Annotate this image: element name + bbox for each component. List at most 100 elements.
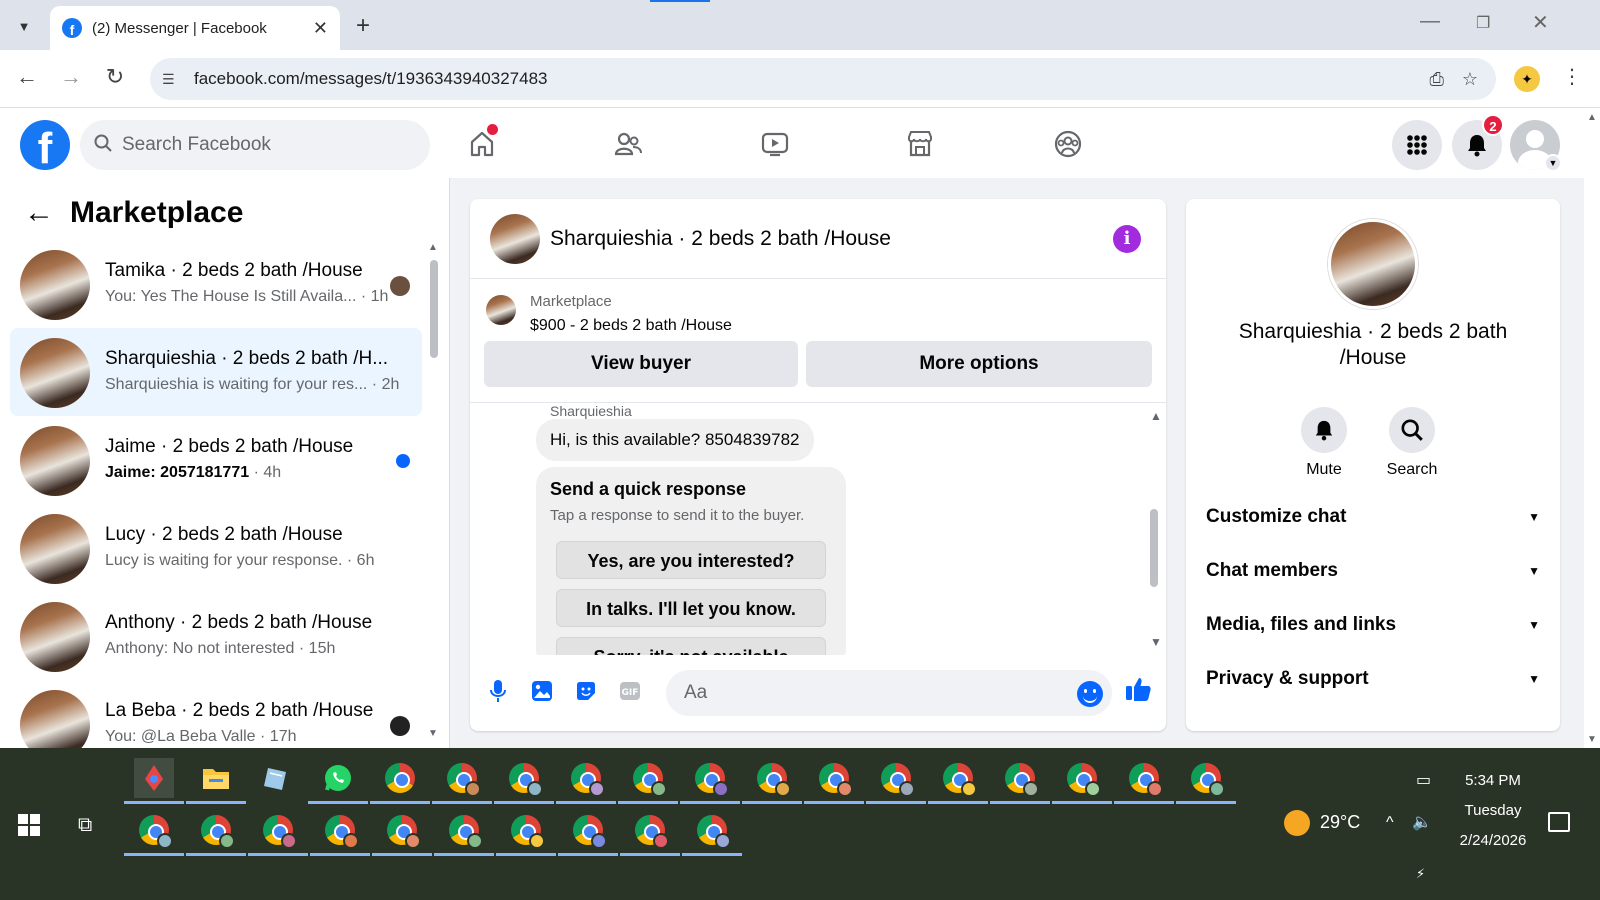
notepad-icon[interactable] — [256, 758, 296, 798]
mute-action[interactable]: Mute — [1284, 407, 1364, 479]
chrome-profile-icon[interactable] — [1176, 758, 1236, 804]
conversation-avatar[interactable] — [490, 214, 540, 264]
thumbs-up-icon[interactable] — [1124, 675, 1152, 703]
facebook-search-input[interactable] — [122, 134, 402, 156]
chat-list-item[interactable]: Anthony · 2 beds 2 bath /House Anthony: … — [10, 592, 422, 680]
chrome-profile-icon[interactable] — [248, 810, 308, 856]
microphone-icon[interactable] — [484, 677, 512, 705]
chrome-profile-icon[interactable] — [620, 810, 680, 856]
tab-close-icon[interactable]: ✕ — [313, 18, 328, 39]
reload-icon[interactable]: ↻ — [100, 64, 130, 90]
chrome-profile-icon[interactable] — [928, 758, 988, 804]
taskbar-time[interactable]: 5:34 PM — [1438, 772, 1548, 789]
scroll-down-arrow-icon[interactable]: ▼ — [1150, 635, 1162, 649]
install-app-icon[interactable]: ⎙ — [1429, 69, 1443, 90]
search-action[interactable]: Search — [1372, 407, 1452, 479]
message-input[interactable] — [666, 670, 1112, 716]
scroll-up-arrow-icon[interactable]: ▲ — [428, 242, 438, 253]
emoji-icon[interactable] — [1077, 681, 1103, 707]
menu-grid-icon[interactable] — [1392, 120, 1442, 170]
weather-sun-icon[interactable] — [1284, 810, 1310, 836]
photo-icon[interactable] — [528, 677, 556, 705]
browser-tab-messenger[interactable]: f (2) Messenger | Facebook ✕ — [50, 6, 340, 50]
marketplace-nav-icon[interactable] — [900, 126, 940, 162]
video-nav-icon[interactable] — [755, 126, 795, 162]
bookmark-star-icon[interactable]: ☆ — [1462, 69, 1478, 90]
volume-icon[interactable]: 🔈 — [1412, 812, 1432, 832]
chrome-profile-icon[interactable] — [496, 810, 556, 856]
extension-icon[interactable]: ✦ — [1514, 66, 1540, 92]
scroll-up-arrow-icon[interactable]: ▲ — [1587, 112, 1597, 123]
restore-window-icon[interactable]: ❐ — [1476, 13, 1490, 33]
pinned-app-icon[interactable] — [124, 758, 184, 804]
friends-nav-icon[interactable] — [608, 126, 648, 162]
site-info-icon[interactable]: ☰ — [162, 71, 184, 88]
chrome-profile-icon[interactable] — [186, 810, 246, 856]
chrome-profile-icon[interactable] — [804, 758, 864, 804]
chrome-profile-icon[interactable] — [558, 810, 618, 856]
chat-list-item[interactable]: Jaime · 2 beds 2 bath /House Jaime: 2057… — [10, 416, 422, 504]
chat-list-scrollbar[interactable]: ▲ ▼ — [426, 242, 440, 742]
forward-arrow-icon[interactable]: → — [56, 64, 86, 90]
contact-avatar[interactable] — [1328, 219, 1418, 309]
chrome-profile-icon[interactable] — [990, 758, 1050, 804]
scroll-down-arrow-icon[interactable]: ▼ — [428, 728, 438, 739]
chrome-profile-icon[interactable] — [372, 810, 432, 856]
chrome-profile-icon[interactable] — [742, 758, 802, 804]
tab-search-chevron-icon[interactable]: ▼ — [10, 12, 38, 40]
quick-response-option[interactable]: In talks. I'll let you know. — [556, 589, 826, 627]
chrome-profile-icon[interactable] — [618, 758, 678, 804]
search-icon[interactable] — [1389, 407, 1435, 453]
chrome-profile-icon[interactable] — [310, 810, 370, 856]
scroll-down-arrow-icon[interactable]: ▼ — [1587, 734, 1597, 745]
chrome-profile-icon[interactable] — [556, 758, 616, 804]
scrollbar-thumb[interactable] — [430, 260, 438, 358]
chat-members-section[interactable]: Chat members ▼ — [1206, 551, 1540, 591]
url-text[interactable]: facebook.com/messages/t/1936343940327483 — [194, 69, 1429, 89]
gif-icon[interactable]: GIF — [616, 677, 644, 705]
whatsapp-icon[interactable] — [308, 758, 368, 804]
notifications-bell-icon[interactable]: 2 — [1452, 114, 1504, 170]
chrome-profile-icon[interactable] — [682, 810, 742, 856]
chrome-profile-icon[interactable] — [680, 758, 740, 804]
chrome-profile-icon[interactable] — [494, 758, 554, 804]
minimize-icon[interactable]: — — [1420, 10, 1440, 33]
chrome-profile-icon[interactable] — [866, 758, 926, 804]
view-buyer-button[interactable]: View buyer — [484, 341, 798, 387]
chrome-profile-icon[interactable] — [434, 810, 494, 856]
back-arrow-icon[interactable]: ← — [12, 64, 42, 90]
account-chevron-down-icon[interactable]: ▼ — [1544, 154, 1562, 172]
task-view-icon[interactable]: ⧉ — [78, 814, 92, 837]
browser-menu-icon[interactable]: ⋮ — [1562, 64, 1582, 89]
file-explorer-icon[interactable] — [186, 758, 246, 804]
chrome-profile-icon[interactable] — [124, 810, 184, 856]
groups-nav-icon[interactable] — [1048, 126, 1088, 162]
back-arrow-icon[interactable]: ← — [24, 196, 54, 230]
more-options-button[interactable]: More options — [806, 341, 1152, 387]
taskbar-date[interactable]: 2/24/2026 — [1438, 832, 1548, 849]
chrome-profile-icon[interactable] — [1114, 758, 1174, 804]
bell-icon[interactable] — [1301, 407, 1347, 453]
chat-list-item-active[interactable]: Sharquieshia · 2 beds 2 bath /H... Sharq… — [10, 328, 422, 416]
page-scrollbar[interactable]: ▲ ▼ — [1584, 108, 1600, 748]
conversation-info-icon[interactable]: i — [1113, 225, 1141, 253]
chrome-profile-icon[interactable] — [432, 758, 492, 804]
privacy-support-section[interactable]: Privacy & support ▼ — [1206, 659, 1540, 699]
display-icon[interactable]: ▭ — [1416, 770, 1431, 790]
show-hidden-icons-chevron-up-icon[interactable]: ^ — [1386, 814, 1394, 832]
weather-temperature[interactable]: 29°C — [1320, 812, 1360, 833]
new-tab-plus-icon[interactable]: + — [356, 12, 370, 40]
conversation-title[interactable]: Sharquieshia · 2 beds 2 bath /House — [550, 227, 891, 251]
quick-response-option[interactable]: Sorry, it's not available — [556, 637, 826, 655]
chrome-profile-icon[interactable] — [1052, 758, 1112, 804]
customize-chat-section[interactable]: Customize chat ▼ — [1206, 497, 1540, 537]
chat-list-item[interactable]: Tamika · 2 beds 2 bath /House You: Yes T… — [10, 240, 422, 328]
taskbar-day[interactable]: Tuesday — [1438, 802, 1548, 819]
media-files-links-section[interactable]: Media, files and links ▼ — [1206, 605, 1540, 645]
windows-start-icon[interactable] — [18, 814, 40, 836]
sticker-icon[interactable] — [572, 677, 600, 705]
notification-center-icon[interactable] — [1548, 812, 1570, 832]
address-bar[interactable]: ☰ facebook.com/messages/t/19363439403274… — [150, 58, 1496, 100]
quick-response-option[interactable]: Yes, are you interested? — [556, 541, 826, 579]
network-icon[interactable]: ⚡ — [1416, 866, 1425, 882]
